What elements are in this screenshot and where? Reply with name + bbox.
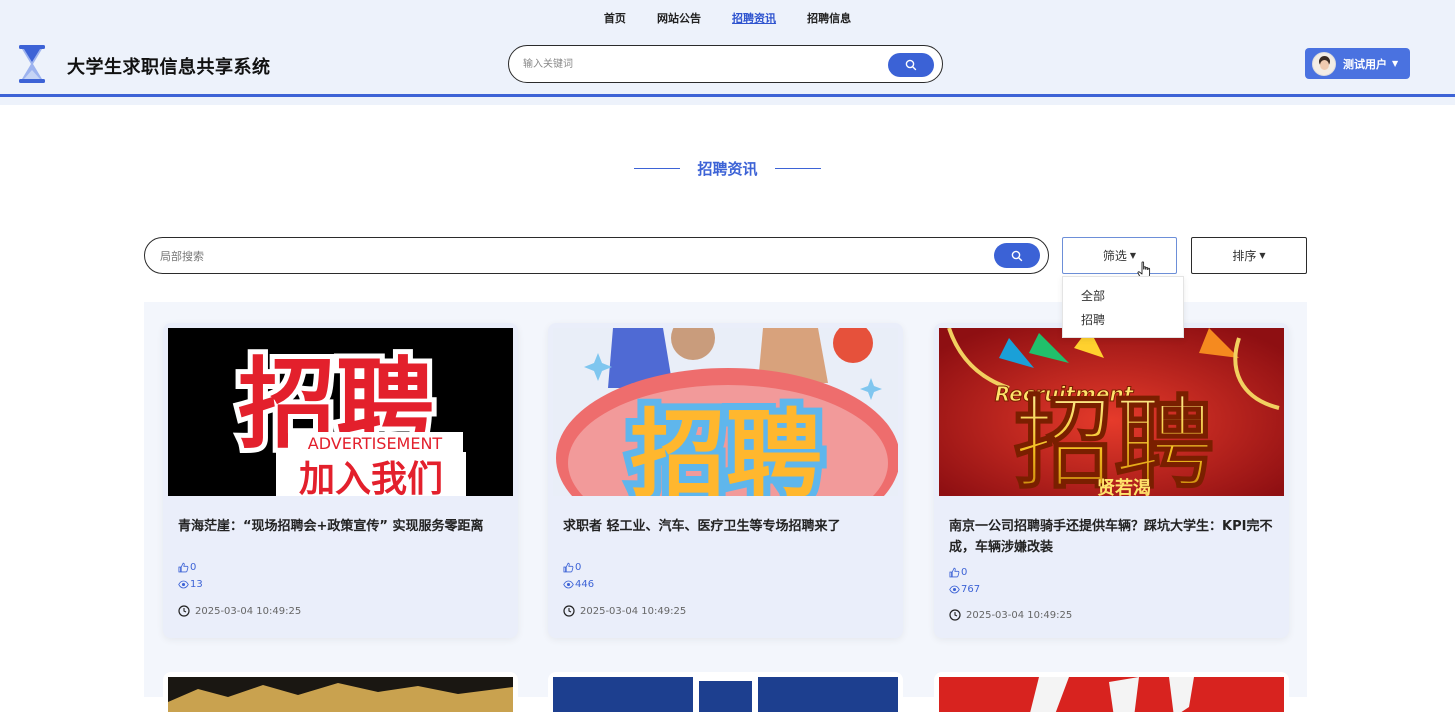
nav-item-recruitment-info[interactable]: 招聘信息	[807, 10, 851, 26]
thumbs-up-icon	[178, 562, 189, 573]
likes-count: 0	[563, 562, 581, 573]
filter-option-recruitment[interactable]: 招聘	[1063, 308, 1183, 332]
search-icon	[905, 59, 917, 71]
news-card-title[interactable]: 青海茫崖：“现场招聘会+政策宣传” 实现服务零距离	[178, 516, 503, 537]
header: 首页 网站公告 招聘资讯 招聘信息 大学生求职信息共享系统 测试用户 ▼	[0, 0, 1455, 105]
top-nav: 首页 网站公告 招聘资讯 招聘信息	[0, 7, 1455, 26]
nav-item-recruitment-news[interactable]: 招聘资讯	[732, 10, 776, 26]
caret-down-icon: ▼	[1259, 251, 1266, 260]
clock-icon	[949, 609, 961, 621]
image-text-sub: ADVERTISEMENT	[308, 434, 443, 453]
header-search	[508, 45, 943, 83]
search-icon	[1011, 250, 1023, 261]
nav-item-home[interactable]: 首页	[604, 10, 626, 26]
heading-line-right	[774, 168, 821, 169]
views-count: 446	[563, 579, 594, 590]
image-text-join: 加入我们	[299, 459, 443, 496]
news-card-title[interactable]: 南京一公司招聘骑手还提供车辆？踩坑大学生：KPI完不成，车辆涉嫌改装	[949, 516, 1274, 558]
news-card-image: 招聘 招聘 ADVERTISEMENT 加入我们	[168, 328, 513, 496]
likes-value: 0	[961, 567, 968, 578]
news-card-image	[553, 677, 898, 712]
news-card[interactable]	[548, 672, 903, 712]
news-card[interactable]: 招聘 招聘 ADVERTISEMENT 加入我们 青海茫崖：“现场招聘会+政策宣…	[163, 323, 518, 638]
site-title: 大学生求职信息共享系统	[67, 57, 271, 78]
sort-button[interactable]: 排序 ▼	[1191, 237, 1307, 274]
nav-item-announcements[interactable]: 网站公告	[657, 10, 701, 26]
publish-time: 2025-03-04 10:49:25	[178, 605, 301, 617]
header-search-button[interactable]	[888, 53, 934, 77]
news-card[interactable]	[163, 672, 518, 712]
publish-time-value: 2025-03-04 10:49:25	[580, 605, 687, 617]
image-text-sub: 贤若渴	[1097, 477, 1151, 496]
filter-button[interactable]: 筛选 ▼	[1062, 237, 1177, 274]
views-count: 767	[949, 584, 980, 595]
news-card-title[interactable]: 求职者 轻工业、汽车、医疗卫生等专场招聘来了	[563, 516, 888, 537]
news-card[interactable]: 招聘 招聘 求职者 轻工业、汽车、医疗卫生等专场招聘来了 0 446 2025-…	[548, 323, 903, 638]
user-name: 测试用户	[1343, 57, 1387, 71]
header-search-input[interactable]	[523, 55, 873, 73]
heading-line-left	[634, 168, 681, 169]
eye-icon	[949, 585, 960, 594]
news-card-image	[168, 677, 513, 712]
avatar	[1312, 51, 1336, 76]
clock-icon	[563, 605, 575, 617]
likes-count: 0	[949, 567, 967, 578]
news-card-image: 招聘 招聘	[553, 328, 898, 496]
user-menu-button[interactable]: 测试用户 ▼	[1305, 48, 1410, 79]
publish-time: 2025-03-04 10:49:25	[563, 605, 686, 617]
views-value: 13	[190, 579, 203, 590]
likes-value: 0	[190, 562, 197, 573]
likes-count: 0	[178, 562, 196, 573]
news-card-image: Recruitment 招聘 贤若渴	[939, 328, 1284, 496]
thumbs-up-icon	[563, 562, 574, 573]
section-title: 招聘资讯	[697, 160, 758, 178]
sort-label: 排序	[1232, 249, 1257, 263]
local-search-input[interactable]	[160, 247, 960, 265]
local-search-button[interactable]	[994, 243, 1040, 268]
eye-icon	[563, 580, 574, 589]
news-card[interactable]: Recruitment 招聘 贤若渴 南京一公司招聘骑手还提供车辆？踩坑大学生：…	[934, 323, 1289, 638]
filter-label: 筛选	[1102, 249, 1127, 263]
image-text-main-fill: 招聘	[630, 399, 822, 496]
views-count: 13	[178, 579, 203, 590]
thumbs-up-icon	[949, 567, 960, 578]
caret-down-icon: ▼	[1392, 59, 1399, 68]
clock-icon	[178, 605, 190, 617]
section-heading: 招聘资讯	[0, 158, 1455, 179]
hourglass-logo-icon	[19, 45, 45, 83]
news-card-image	[939, 677, 1284, 712]
views-value: 446	[575, 579, 595, 590]
news-card[interactable]	[934, 672, 1289, 712]
likes-value: 0	[575, 562, 582, 573]
local-search	[144, 237, 1049, 274]
views-value: 767	[961, 584, 981, 595]
publish-time: 2025-03-04 10:49:25	[949, 609, 1072, 621]
publish-time-value: 2025-03-04 10:49:25	[195, 605, 302, 617]
filter-option-all[interactable]: 全部	[1063, 284, 1183, 308]
caret-down-icon: ▼	[1129, 251, 1137, 260]
header-divider	[0, 94, 1455, 97]
filter-dropdown-menu: 全部 招聘	[1062, 276, 1184, 338]
publish-time-value: 2025-03-04 10:49:25	[966, 609, 1073, 621]
eye-icon	[178, 580, 189, 589]
